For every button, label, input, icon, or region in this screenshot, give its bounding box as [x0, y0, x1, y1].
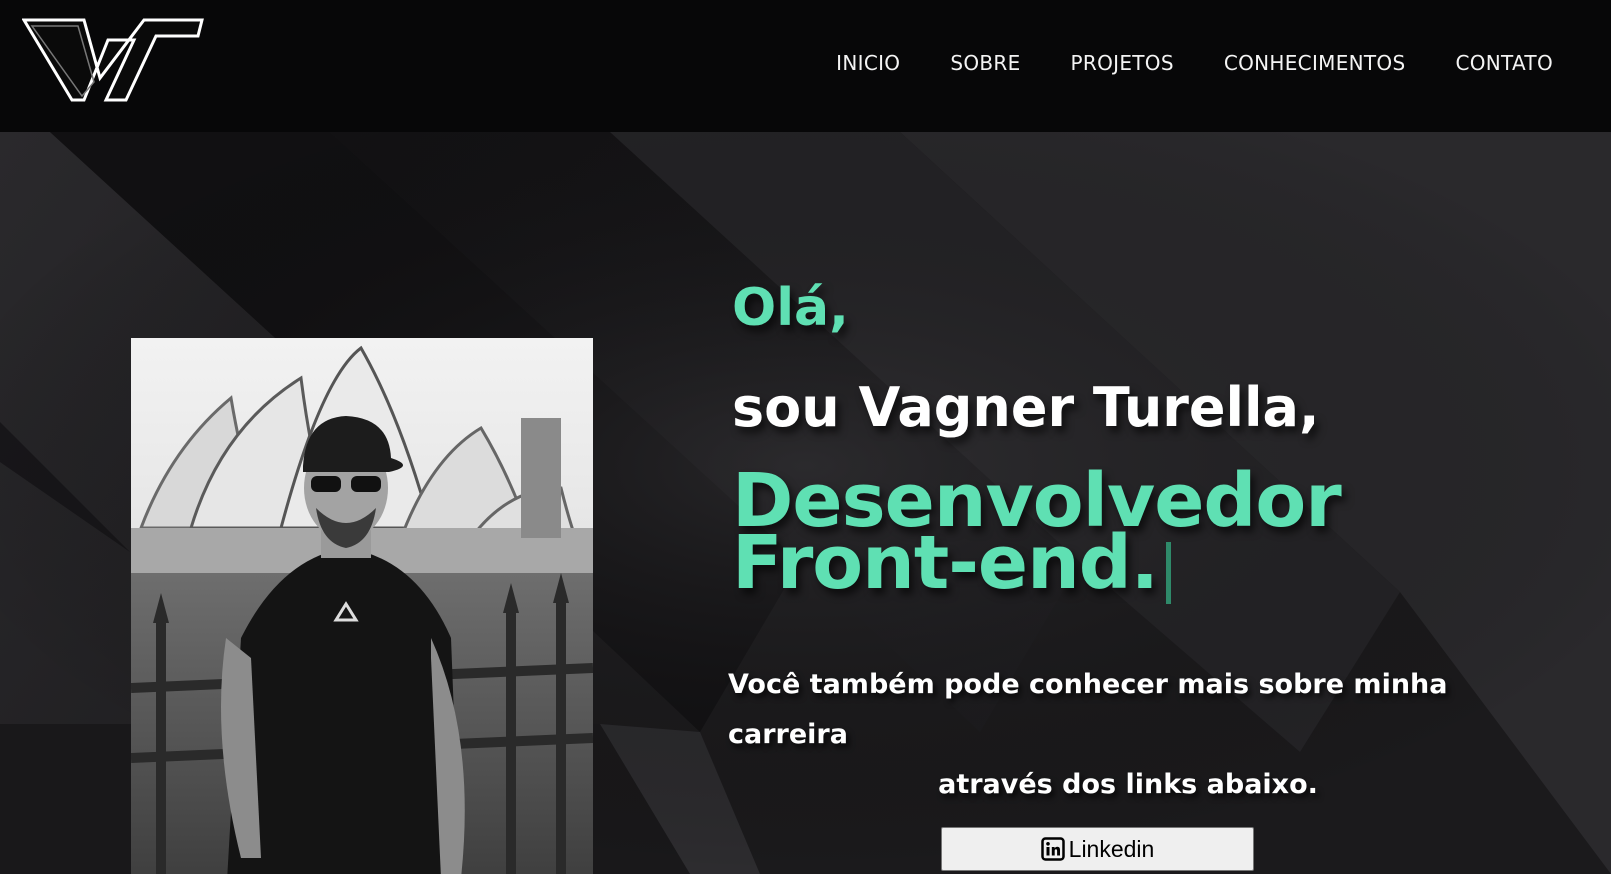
hero-role-line2: Front-end. [732, 520, 1159, 606]
linkedin-button-label: Linkedin [1068, 835, 1155, 862]
main-nav: INICIO SOBRE PROJETOS CONHECIMENTOS CONT… [786, 48, 1553, 78]
nav-item-contato[interactable]: CONTATO [1455, 48, 1553, 78]
linkedin-icon [1040, 837, 1065, 861]
vt-logo[interactable] [22, 16, 206, 108]
profile-photo [131, 338, 593, 874]
hero-description-line1: Você também pode conhecer mais sobre min… [728, 669, 1448, 750]
hero-description: Você também pode conhecer mais sobre min… [700, 660, 1611, 810]
nav-item-sobre[interactable]: SOBRE [950, 48, 1020, 78]
profile-photo-illustration [131, 338, 593, 874]
hero-role: Desenvolvedor Front-end. [732, 464, 1352, 606]
nav-item-inicio[interactable]: INICIO [836, 48, 900, 78]
nav-item-conhecimentos[interactable]: CONHECIMENTOS [1224, 48, 1406, 78]
site-header: INICIO SOBRE PROJETOS CONHECIMENTOS CONT… [0, 0, 1611, 132]
nav-item-projetos[interactable]: PROJETOS [1071, 48, 1174, 78]
typing-caret [1165, 542, 1171, 604]
hero-description-line2: através dos links abaixo. [938, 769, 1318, 800]
hero-greeting: Olá, [732, 278, 849, 338]
linkedin-button[interactable]: Linkedin [941, 827, 1254, 871]
hero-section: Olá, sou Vagner Turella, Desenvolvedor F… [0, 132, 1611, 874]
hero-name: sou Vagner Turella, [732, 376, 1320, 439]
